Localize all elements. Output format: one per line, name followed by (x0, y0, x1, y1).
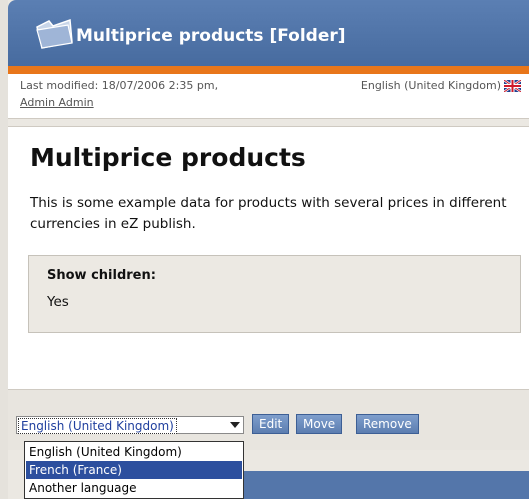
language-option-another[interactable]: Another language (26, 479, 242, 497)
folder-window: Multiprice products [Folder] Last modifi… (8, 0, 529, 499)
author-link[interactable]: Admin Admin (20, 96, 94, 109)
info-bar: Last modified: 18/07/2006 2:35 pm, Admin… (8, 74, 529, 119)
language-select[interactable]: English (United Kingdom) (16, 416, 244, 434)
language-select-value: English (United Kingdom) (18, 418, 177, 434)
show-children-box: Show children: Yes (28, 255, 521, 333)
title-bar: Multiprice products [Folder] (8, 0, 529, 66)
page-title: Multiprice products [Folder] (76, 26, 346, 46)
move-button[interactable]: Move (296, 414, 343, 434)
show-children-label: Show children: (47, 268, 156, 283)
last-modified: Last modified: 18/07/2006 2:35 pm, (20, 79, 219, 92)
folder-icon (36, 18, 73, 49)
remove-button[interactable]: Remove (356, 414, 419, 434)
uk-flag-icon (504, 80, 521, 92)
bottom-bar (244, 471, 529, 499)
accent-bar (8, 66, 529, 74)
language-dropdown-list: English (United Kingdom) French (France)… (24, 441, 244, 499)
content-description: This is some example data for products w… (30, 195, 507, 232)
show-children-value: Yes (47, 294, 69, 310)
edit-button[interactable]: Edit (252, 414, 290, 434)
content-area: Multiprice products This is some example… (8, 126, 529, 390)
chevron-down-icon[interactable] (230, 422, 240, 428)
language-option-french[interactable]: French (France) (26, 461, 242, 479)
content-heading: Multiprice products (30, 143, 306, 172)
current-language: English (United Kingdom) (360, 79, 501, 92)
language-option-english[interactable]: English (United Kingdom) (26, 443, 242, 461)
